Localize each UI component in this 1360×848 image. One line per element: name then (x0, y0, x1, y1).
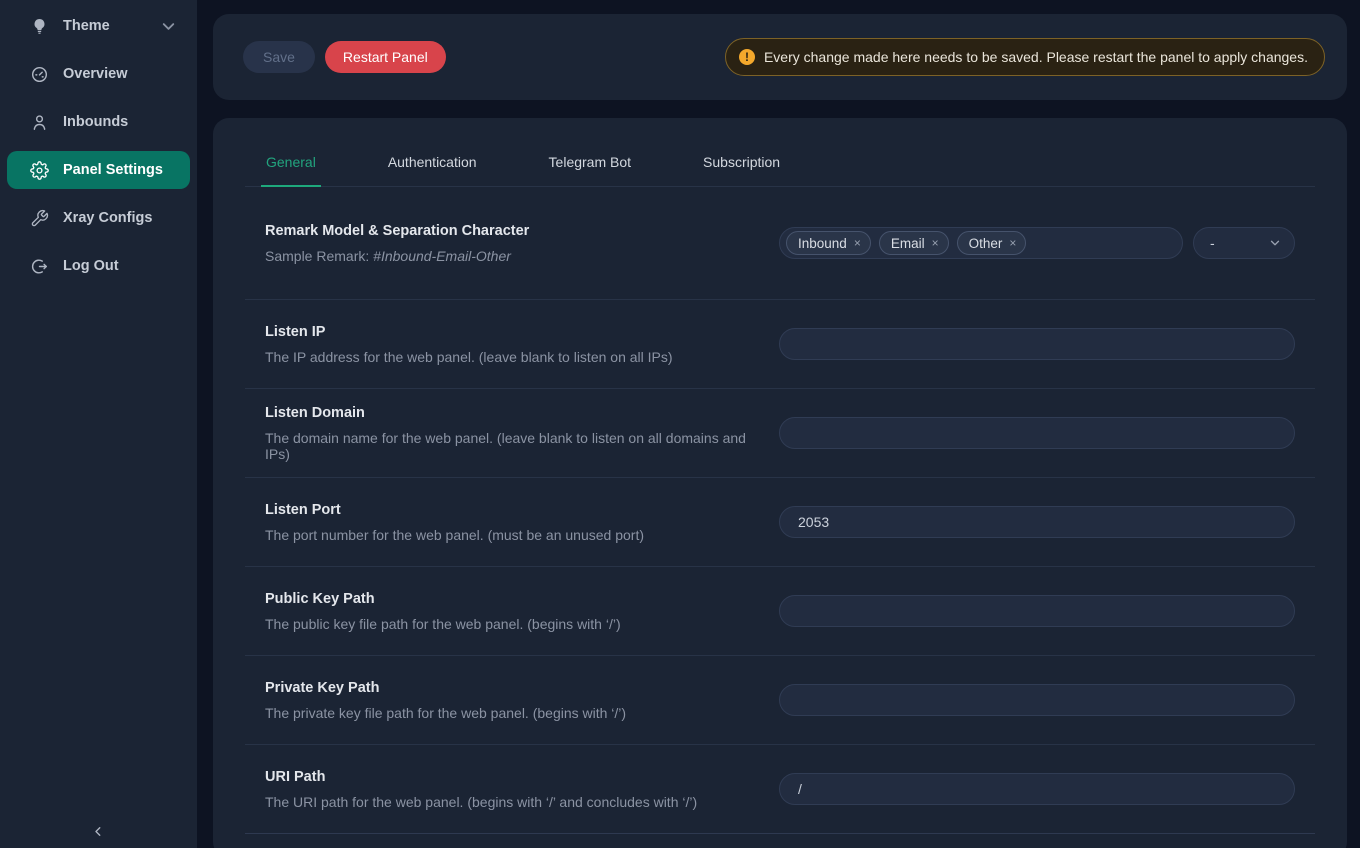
row-labels: URI Path The URI path for the web panel.… (265, 769, 779, 810)
tag-label: Other (969, 236, 1003, 251)
main-area: Save Restart Panel ! Every change made h… (197, 0, 1360, 848)
restart-panel-button[interactable]: Restart Panel (325, 41, 446, 73)
row-controls (779, 328, 1295, 360)
sidebar-item-theme[interactable]: Theme (7, 7, 190, 45)
row-subtitle: The public key file path for the web pan… (265, 616, 759, 632)
tag-label: Email (891, 236, 925, 251)
warning-text: Every change made here needs to be saved… (764, 49, 1308, 65)
tag-other: Other × (957, 231, 1027, 255)
row-subtitle: The private key file path for the web pa… (265, 705, 759, 721)
tag-label: Inbound (798, 236, 847, 251)
row-controls (779, 417, 1295, 449)
row-labels: Listen IP The IP address for the web pan… (265, 324, 779, 365)
sidebar-item-label: Theme (63, 18, 110, 34)
row-controls: Inbound × Email × Other × - (779, 227, 1295, 259)
form-row-public-key-path: Public Key Path The public key file path… (245, 567, 1315, 656)
row-labels: Remark Model & Separation Character Samp… (265, 223, 779, 264)
tab-subscription[interactable]: Subscription (698, 140, 785, 187)
panel-settings-card: General Authentication Telegram Bot Subs… (213, 118, 1347, 848)
row-labels: Private Key Path The private key file pa… (265, 680, 779, 721)
select-value: - (1210, 235, 1215, 251)
sidebar-item-label: Inbounds (63, 114, 128, 130)
row-subtitle: The URI path for the web panel. (begins … (265, 794, 759, 810)
tab-telegram-bot[interactable]: Telegram Bot (544, 140, 636, 187)
row-labels: Public Key Path The public key file path… (265, 591, 779, 632)
private-key-path-input[interactable] (779, 684, 1295, 716)
sidebar-item-log-out[interactable]: Log Out (7, 247, 190, 285)
row-labels: Listen Port The port number for the web … (265, 502, 779, 543)
tab-authentication[interactable]: Authentication (383, 140, 482, 187)
wrench-icon (30, 209, 49, 228)
row-title: Listen Domain (265, 405, 759, 421)
separation-character-select[interactable]: - (1193, 227, 1295, 259)
dashboard-icon (30, 65, 49, 84)
sidebar-item-label: Panel Settings (63, 162, 163, 178)
tag-inbound: Inbound × (786, 231, 871, 255)
sidebar-collapse-button[interactable] (0, 816, 197, 846)
listen-port-input[interactable] (779, 506, 1295, 538)
row-controls (779, 506, 1295, 538)
row-controls (779, 773, 1295, 805)
chevron-left-icon (91, 824, 106, 839)
settings-tabs: General Authentication Telegram Bot Subs… (245, 118, 1315, 187)
tag-remove-icon[interactable]: × (1009, 237, 1016, 249)
sidebar-item-xray-configs[interactable]: Xray Configs (7, 199, 190, 237)
public-key-path-input[interactable] (779, 595, 1295, 627)
row-subtitle: Sample Remark: #Inbound-Email-Other (265, 248, 759, 264)
row-subtitle: The IP address for the web panel. (leave… (265, 349, 759, 365)
save-button[interactable]: Save (243, 41, 315, 73)
sidebar-item-panel-settings[interactable]: Panel Settings (7, 151, 190, 189)
uri-path-input[interactable] (779, 773, 1295, 805)
warning-icon: ! (739, 49, 755, 65)
sidebar-item-label: Log Out (63, 258, 119, 274)
gear-icon (30, 161, 49, 180)
row-labels: Listen Domain The domain name for the we… (265, 405, 779, 462)
sidebar: Theme Overview Inbounds Panel Settings X… (0, 0, 197, 848)
form-row-listen-port: Listen Port The port number for the web … (245, 478, 1315, 567)
form-row-uri-path: URI Path The URI path for the web panel.… (245, 745, 1315, 834)
form-row-listen-ip: Listen IP The IP address for the web pan… (245, 300, 1315, 389)
row-title: Remark Model & Separation Character (265, 223, 759, 239)
chevron-down-icon (159, 17, 178, 36)
logout-icon (30, 257, 49, 276)
form-row-remark-model: Remark Model & Separation Character Samp… (245, 187, 1315, 300)
row-subtitle: The port number for the web panel. (must… (265, 527, 759, 543)
tag-remove-icon[interactable]: × (932, 237, 939, 249)
listen-ip-input[interactable] (779, 328, 1295, 360)
row-subtitle: The domain name for the web panel. (leav… (265, 430, 759, 462)
listen-domain-input[interactable] (779, 417, 1295, 449)
lightbulb-icon (30, 17, 49, 36)
restart-warning-alert: ! Every change made here needs to be sav… (725, 38, 1325, 76)
sidebar-item-label: Xray Configs (63, 210, 152, 226)
row-title: Public Key Path (265, 591, 759, 607)
row-title: Listen IP (265, 324, 759, 340)
row-title: URI Path (265, 769, 759, 785)
form-row-listen-domain: Listen Domain The domain name for the we… (245, 389, 1315, 478)
subtitle-sample: #Inbound-Email-Other (373, 248, 511, 264)
action-toolbar: Save Restart Panel ! Every change made h… (213, 14, 1347, 100)
user-icon (30, 113, 49, 132)
tag-remove-icon[interactable]: × (854, 237, 861, 249)
row-controls (779, 595, 1295, 627)
sidebar-item-label: Overview (63, 66, 128, 82)
subtitle-prefix: Sample Remark: (265, 248, 373, 264)
chevron-down-icon (1268, 236, 1282, 250)
sidebar-item-overview[interactable]: Overview (7, 55, 190, 93)
row-title: Listen Port (265, 502, 759, 518)
remark-model-multiselect[interactable]: Inbound × Email × Other × (779, 227, 1183, 259)
sidebar-item-inbounds[interactable]: Inbounds (7, 103, 190, 141)
row-controls (779, 684, 1295, 716)
tag-email: Email × (879, 231, 949, 255)
form-row-private-key-path: Private Key Path The private key file pa… (245, 656, 1315, 745)
row-title: Private Key Path (265, 680, 759, 696)
card-inner: General Authentication Telegram Bot Subs… (245, 118, 1315, 834)
tab-general[interactable]: General (261, 140, 321, 187)
